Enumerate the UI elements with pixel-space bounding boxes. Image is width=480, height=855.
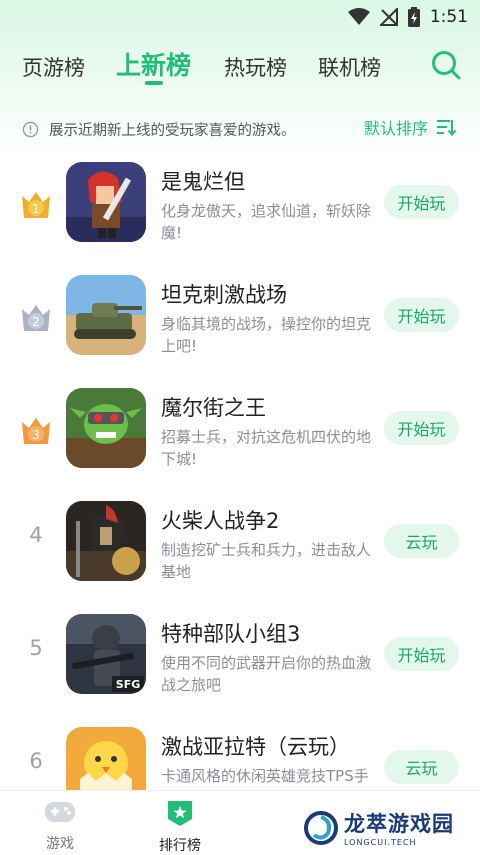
no-signal-icon — [379, 8, 398, 26]
nav-rankings[interactable]: 排行榜 — [140, 799, 220, 855]
sfg-logo: SFG — [116, 678, 140, 691]
game-description: 制造挖矿士兵和兵力，进击敌人基地 — [161, 541, 372, 581]
gold-crown-icon: 1 — [22, 192, 50, 218]
game-thumbnail[interactable] — [66, 501, 146, 581]
watermark-title: 龙萃游戏园 — [344, 812, 454, 836]
rank-number: 5 — [29, 636, 43, 660]
game-row[interactable]: 1 是鬼烂但 化身龙傲天，追求仙道，斩妖除魔! 开始玩 — [0, 160, 480, 260]
rank-number: 1 — [32, 202, 40, 216]
watermark-swirl-icon — [304, 810, 338, 845]
watermark-logo: 龙萃游戏园 LONGCUI.TECH — [304, 808, 454, 847]
game-thumbnail[interactable] — [66, 162, 146, 242]
watermark-subtitle: LONGCUI.TECH — [344, 838, 417, 847]
notice-text: 展示近期新上线的受玩家喜爱的游戏。 — [49, 122, 296, 139]
game-row[interactable]: 4 火柴人战争2 制造挖矿士兵和兵力，进击敌人基地 云玩 — [0, 499, 480, 599]
sort-icon — [437, 120, 457, 136]
tab-web-games[interactable]: 页游榜 — [22, 52, 85, 82]
game-title: 特种部队小组3 — [161, 622, 301, 646]
game-description: 身临其境的战场，操控你的坦克上吧! — [161, 315, 372, 355]
sort-label: 默认排序 — [364, 119, 429, 138]
game-thumbnail[interactable] — [66, 275, 146, 355]
ranking-star-icon — [168, 801, 192, 826]
rank-number: 6 — [29, 749, 43, 773]
game-title: 魔尔街之王 — [161, 396, 266, 420]
cloud-play-button[interactable]: 云玩 — [384, 750, 459, 784]
game-title: 激战亚拉特（云玩） — [161, 735, 350, 759]
info-icon — [22, 121, 39, 137]
spartan-warrior-image — [66, 501, 146, 581]
tank-image — [66, 275, 146, 355]
tab-hot-games[interactable]: 热玩榜 — [224, 52, 287, 82]
game-row[interactable]: 5 SFG 特种部队小组3 使用不同的武器开启你的热血激战之旅吧 开始玩 — [0, 612, 480, 712]
sort-dropdown[interactable]: 默认排序 — [364, 115, 457, 139]
game-row[interactable]: 2 坦克刺激战场 身临其境的战场，操控你的坦克上吧! 开始玩 — [0, 273, 480, 373]
game-description: 化身龙傲天，追求仙道，斩妖除魔! — [161, 202, 372, 242]
tab-online-games[interactable]: 联机榜 — [318, 52, 381, 82]
nav-rankings-label: 排行榜 — [159, 838, 201, 854]
game-thumbnail[interactable]: SFG — [66, 614, 146, 694]
gamepad-icon — [45, 802, 75, 822]
wifi-icon — [347, 8, 370, 25]
nav-games-label: 游戏 — [46, 836, 74, 852]
active-tab-indicator — [145, 81, 163, 85]
rank-number: 2 — [32, 315, 40, 329]
game-title: 是鬼烂但 — [161, 170, 245, 194]
cloud-play-button[interactable]: 云玩 — [384, 524, 459, 558]
rank-number: 3 — [32, 428, 40, 442]
game-title: 火柴人战争2 — [161, 509, 280, 533]
play-button[interactable]: 开始玩 — [384, 411, 459, 445]
battery-icon — [407, 7, 420, 27]
special-forces-soldier-image: SFG — [66, 614, 146, 694]
tab-new-games[interactable]: 上新榜 — [116, 46, 191, 82]
status-time: 1:51 — [429, 7, 468, 27]
red-haired-warrior-image — [66, 162, 146, 242]
game-description: 招募士兵，对抗这危机四伏的地下城! — [161, 428, 372, 468]
ranking-tabs: 页游榜 上新榜 热玩榜 联机榜 — [0, 44, 480, 94]
status-bar: 1:51 — [0, 0, 480, 34]
game-row[interactable]: 3 魔尔街之王 招募士兵，对抗这危机四伏的地下城! 开始玩 — [0, 386, 480, 486]
rank-number: 4 — [29, 523, 43, 547]
silver-crown-icon: 2 — [22, 305, 50, 331]
play-button[interactable]: 开始玩 — [384, 298, 459, 332]
game-description: 使用不同的武器开启你的热血激战之旅吧 — [161, 654, 372, 694]
goblin-image — [66, 388, 146, 468]
search-icon[interactable] — [430, 49, 462, 81]
game-thumbnail[interactable] — [66, 388, 146, 468]
play-button[interactable]: 开始玩 — [384, 637, 459, 671]
play-button[interactable]: 开始玩 — [384, 185, 459, 219]
game-title: 坦克刺激战场 — [161, 283, 287, 307]
nav-games[interactable]: 游戏 — [20, 799, 100, 853]
bronze-crown-icon: 3 — [22, 418, 50, 444]
